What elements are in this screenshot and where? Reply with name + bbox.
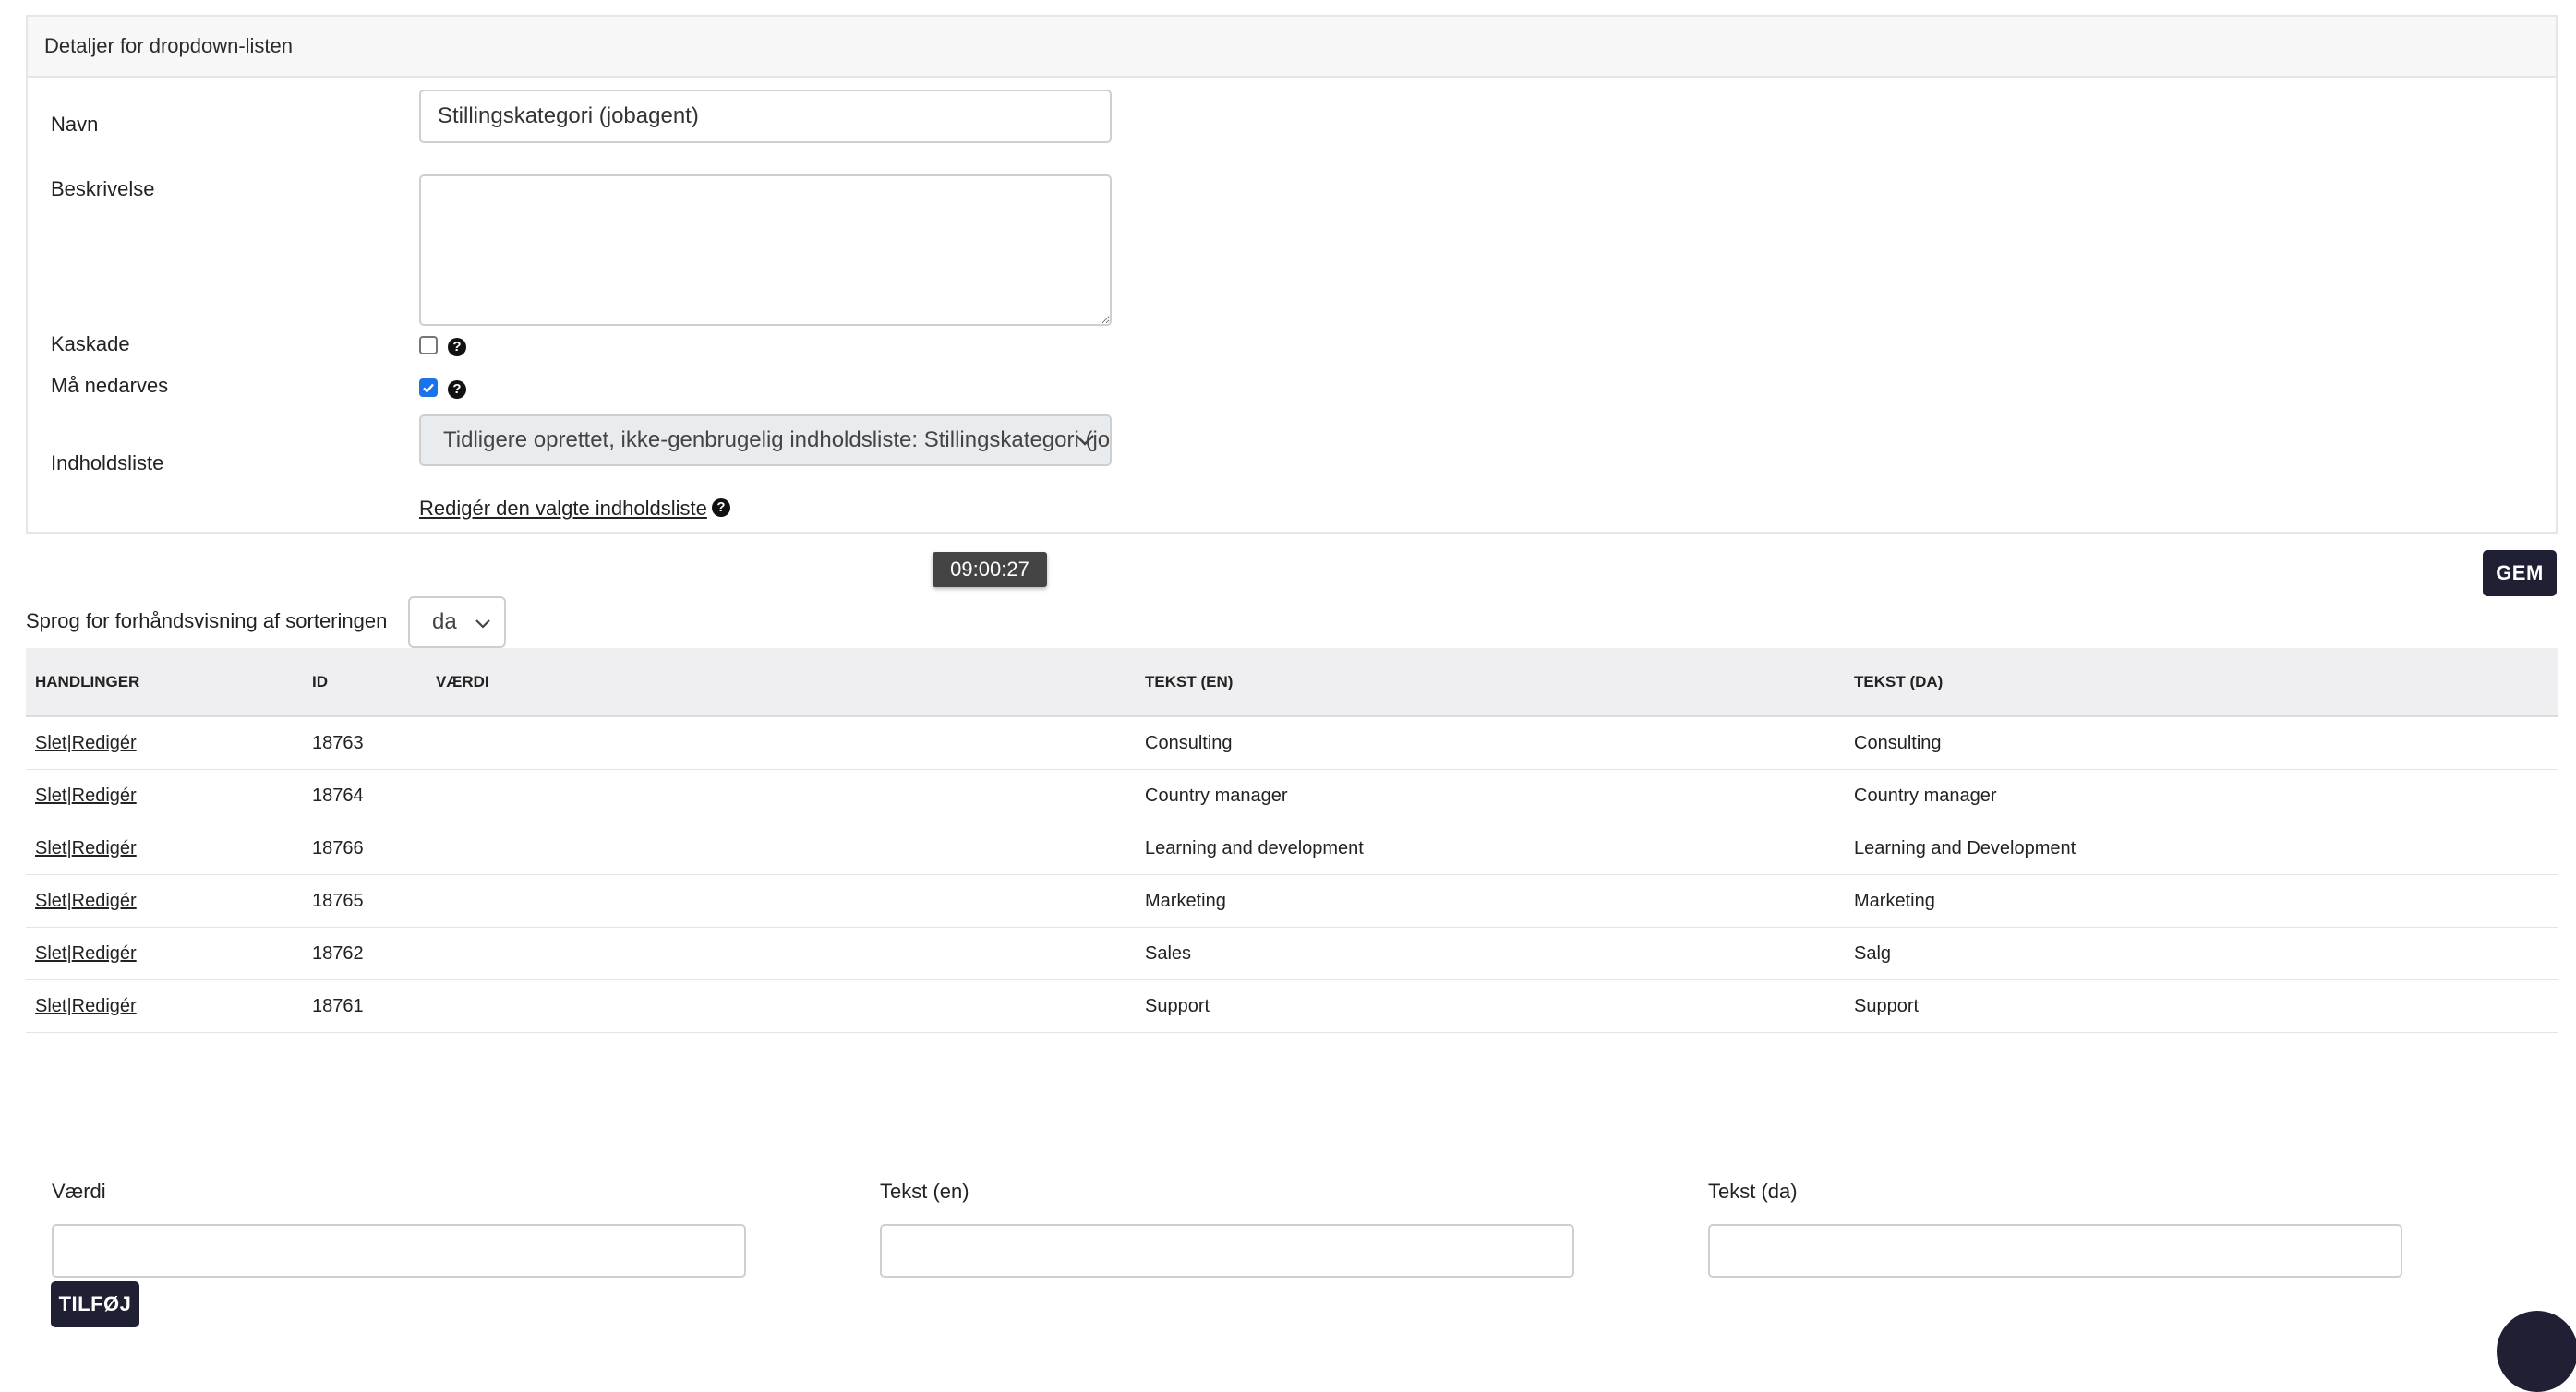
edit-link[interactable]: Redigér [72,891,137,911]
add-text-da-input[interactable] [1708,1224,2402,1278]
delete-link[interactable]: Slet [35,891,66,911]
table-header-row: HANDLINGER ID VÆRDI TEKST (EN) TEKST (DA… [26,648,2558,717]
cascade-checkbox[interactable] [419,336,438,354]
edit-link[interactable]: Redigér [72,996,137,1016]
cell-value [427,822,1136,875]
description-textarea[interactable] [419,174,1112,326]
cascade-label: Kaskade [51,332,130,355]
chevron-down-icon [475,619,490,629]
cell-text-da: Marketing [1845,874,2558,928]
delete-link[interactable]: Slet [35,996,66,1016]
cell-id: 18766 [303,822,427,875]
cell-text-en: Sales [1136,927,1845,980]
add-text-en-label: Tekst (en) [880,1180,969,1203]
add-value-label: Værdi [52,1180,106,1203]
table-row: Slet|Redigér 18764 Country manager Count… [26,769,2558,822]
inherit-help-icon[interactable]: ? [448,380,466,399]
edit-link[interactable]: Redigér [72,786,137,806]
delete-link[interactable]: Slet [35,838,66,858]
content-list-label: Indholdsliste [51,451,164,474]
col-header-text-en: TEKST (EN) [1136,648,1845,717]
edit-link[interactable]: Redigér [72,838,137,858]
cell-value [427,769,1136,822]
dropdown-details-panel: Detaljer for dropdown-listen [26,15,2558,534]
chat-widget-button[interactable] [2497,1311,2576,1392]
content-list-select[interactable]: Tidligere oprettet, ikke-genbrugelig ind… [419,414,1112,466]
cell-value [427,874,1136,928]
cell-text-en: Consulting [1136,716,1845,770]
save-button[interactable]: GEM [2483,550,2557,596]
cell-id: 18761 [303,979,427,1033]
col-header-text-da: TEKST (DA) [1845,648,2558,717]
delete-link[interactable]: Slet [35,786,66,806]
cell-text-da: Support [1845,979,2558,1033]
cell-text-da: Salg [1845,927,2558,980]
add-button[interactable]: TILFØJ [51,1281,139,1327]
chevron-down-icon [1076,435,1094,446]
edit-link[interactable]: Redigér [72,733,137,753]
col-header-value: VÆRDI [427,648,1136,717]
inherit-label: Må nedarves [51,374,169,397]
edit-link[interactable]: Redigér [72,943,137,964]
name-input[interactable] [419,90,1112,143]
cell-text-da: Country manager [1845,769,2558,822]
cell-id: 18765 [303,874,427,928]
delete-link[interactable]: Slet [35,943,66,964]
table-row: Slet|Redigér 18765 Marketing Marketing [26,874,2558,928]
sort-language-select[interactable]: da [408,596,506,648]
time-tooltip: 09:00:27 [933,552,1047,587]
add-value-input[interactable] [52,1224,746,1278]
checkmark-icon [423,383,434,393]
edit-content-list-link[interactable]: Redigér den valgte indholdsliste [419,497,707,521]
cell-value [427,927,1136,980]
cell-text-da: Consulting [1845,716,2558,770]
sort-language-value: da [432,609,457,634]
table-row: Slet|Redigér 18762 Sales Salg [26,927,2558,980]
sort-language-label: Sprog for forhåndsvisning af sorteringen [26,609,388,632]
description-label: Beskrivelse [51,177,155,200]
add-text-en-input[interactable] [880,1224,1574,1278]
cell-id: 18762 [303,927,427,980]
table-row: Slet|Redigér 18766 Learning and developm… [26,822,2558,875]
cell-text-en: Marketing [1136,874,1845,928]
col-header-id: ID [303,648,427,717]
content-list-selected-value: Tidligere oprettet, ikke-genbrugelig ind… [443,427,1112,452]
table-row: Slet|Redigér 18763 Consulting Consulting [26,716,2558,770]
add-text-da-label: Tekst (da) [1708,1180,1798,1203]
cell-value [427,716,1136,770]
col-header-actions: HANDLINGER [26,648,303,717]
cell-text-en: Support [1136,979,1845,1033]
values-table: HANDLINGER ID VÆRDI TEKST (EN) TEKST (DA… [26,648,2558,1033]
cell-id: 18764 [303,769,427,822]
inherit-checkbox[interactable] [419,378,438,397]
cell-value [427,979,1136,1033]
cell-id: 18763 [303,716,427,770]
cell-text-da: Learning and Development [1845,822,2558,875]
cascade-help-icon[interactable]: ? [448,338,466,356]
table-row: Slet|Redigér 18761 Support Support [26,979,2558,1033]
panel-title: Detaljer for dropdown-listen [28,17,2556,78]
cell-text-en: Learning and development [1136,822,1845,875]
edit-content-list-help-icon[interactable]: ? [712,498,730,517]
delete-link[interactable]: Slet [35,733,66,753]
name-label: Navn [51,113,99,136]
cell-text-en: Country manager [1136,769,1845,822]
